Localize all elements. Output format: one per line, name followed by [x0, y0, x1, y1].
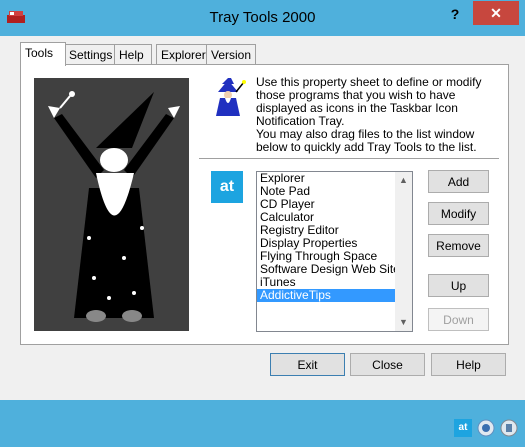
tray-tools-window: Tray Tools 2000 ? ✕ Tools Settings Help … — [0, 0, 525, 400]
close-window-button[interactable]: ✕ — [473, 1, 519, 25]
scroll-down-arrow-icon[interactable]: ▼ — [395, 314, 412, 331]
remove-button[interactable]: Remove — [428, 234, 489, 257]
tab-version[interactable]: Version — [206, 44, 256, 65]
tray-app-icon[interactable] — [477, 419, 495, 437]
tray-addictivetips-icon[interactable]: at — [454, 419, 472, 437]
add-button[interactable]: Add — [428, 170, 489, 193]
modify-button[interactable]: Modify — [428, 202, 489, 225]
tab-explorer[interactable]: Explorer — [156, 44, 208, 65]
tab-help[interactable]: Help — [114, 44, 152, 65]
list-item-selected[interactable]: AddictiveTips — [257, 289, 395, 302]
tools-listbox[interactable]: Explorer Note Pad CD Player Calculator R… — [256, 171, 413, 332]
close-button[interactable]: Close — [350, 353, 425, 376]
exit-button[interactable]: Exit — [270, 353, 345, 376]
wizard-small-icon — [216, 78, 246, 116]
addictivetips-logo: at — [211, 171, 243, 203]
list-scrollbar[interactable]: ▲ ▼ — [395, 172, 412, 331]
tab-tools[interactable]: Tools — [20, 42, 66, 66]
help-button[interactable]: Help — [431, 353, 506, 376]
separator — [199, 158, 499, 160]
help-title-button[interactable]: ? — [440, 3, 470, 25]
title-bar[interactable]: Tray Tools 2000 ? ✕ — [0, 0, 525, 36]
scroll-up-arrow-icon[interactable]: ▲ — [395, 172, 412, 189]
up-button[interactable]: Up — [428, 274, 489, 297]
description-text: Use this property sheet to define or mod… — [256, 75, 482, 128]
wizard-illustration — [34, 78, 189, 331]
drag-hint-text: You may also drag files to the list wind… — [256, 127, 477, 154]
down-button[interactable]: Down — [428, 308, 489, 331]
tray-network-icon[interactable] — [500, 419, 518, 437]
tab-settings[interactable]: Settings — [64, 44, 116, 65]
